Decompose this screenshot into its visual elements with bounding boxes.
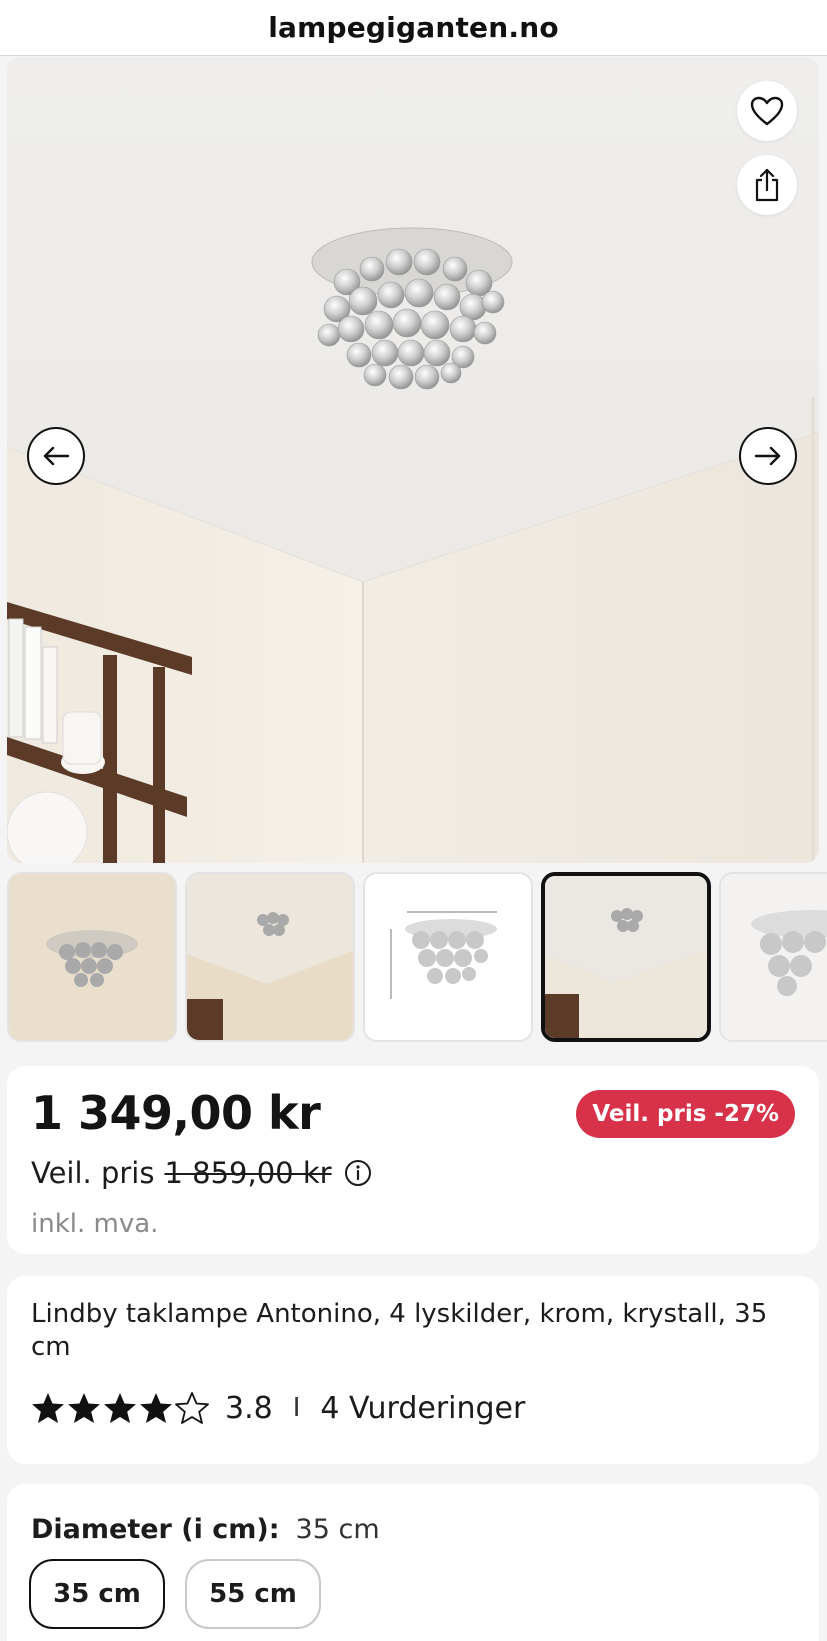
size-option-55[interactable]: 55 cm	[185, 1559, 321, 1629]
size-option-35[interactable]: 35 cm	[29, 1559, 165, 1629]
thumbnail-image	[365, 874, 531, 1040]
product-main-image[interactable]	[7, 57, 819, 863]
star-empty-icon	[175, 1392, 209, 1424]
recommended-price-old: 1 859,00 kr	[164, 1156, 332, 1190]
diameter-label-row: Diameter (i cm): 35 cm	[31, 1514, 380, 1545]
thumbnail-strip	[7, 872, 827, 1042]
star-filled-icon	[68, 1393, 100, 1423]
arrow-left-icon	[43, 446, 70, 466]
thumbnail-5[interactable]	[719, 872, 827, 1042]
discount-badge: Veil. pris -27%	[576, 1090, 795, 1138]
thumbnail-image	[9, 874, 175, 1040]
address-bar[interactable]: lampegiganten.no	[0, 0, 827, 56]
thumbnail-image	[721, 874, 827, 1040]
star-filled-icon	[32, 1393, 64, 1423]
rating-separator: I	[292, 1393, 301, 1423]
rating-value: 3.8	[225, 1390, 273, 1426]
heart-icon	[750, 96, 784, 126]
thumbnail-4[interactable]	[541, 872, 711, 1042]
diameter-selected-value: 35 cm	[295, 1514, 380, 1545]
room-scene-image	[7, 57, 819, 863]
share-icon	[755, 168, 779, 202]
url-text: lampegiganten.no	[268, 11, 559, 44]
recommended-price-row: Veil. pris 1 859,00 kr	[31, 1156, 372, 1190]
next-image-button[interactable]	[739, 427, 797, 485]
current-price: 1 349,00 kr	[31, 1086, 321, 1140]
thumbnail-3[interactable]	[363, 872, 533, 1042]
rating-row[interactable]: 3.8 I 4 Vurderinger	[31, 1388, 525, 1428]
favorite-button[interactable]	[737, 81, 797, 141]
recommended-price-label: Veil. pris	[31, 1156, 155, 1190]
star-filled-icon	[104, 1393, 136, 1423]
product-info-card: Lindby taklampe Antonino, 4 lyskilder, k…	[7, 1276, 819, 1464]
arrow-right-icon	[754, 446, 781, 466]
diameter-options-card: Diameter (i cm): 35 cm 35 cm 55 cm	[7, 1484, 819, 1641]
previous-image-button[interactable]	[27, 427, 85, 485]
rating-stars	[31, 1392, 209, 1424]
vat-note: inkl. mva.	[31, 1209, 159, 1239]
thumbnail-1[interactable]	[7, 872, 177, 1042]
star-filled-icon	[140, 1393, 172, 1423]
thumbnail-image	[545, 876, 707, 1038]
thumbnail-2[interactable]	[185, 872, 355, 1042]
price-card: 1 349,00 kr Veil. pris -27% Veil. pris 1…	[7, 1066, 819, 1254]
thumbnail-image	[187, 874, 353, 1040]
info-icon[interactable]	[344, 1159, 372, 1187]
reviews-link[interactable]: 4 Vurderinger	[320, 1391, 525, 1426]
diameter-label: Diameter (i cm):	[31, 1514, 280, 1545]
product-title: Lindby taklampe Antonino, 4 lyskilder, k…	[31, 1299, 768, 1362]
share-button[interactable]	[737, 155, 797, 215]
